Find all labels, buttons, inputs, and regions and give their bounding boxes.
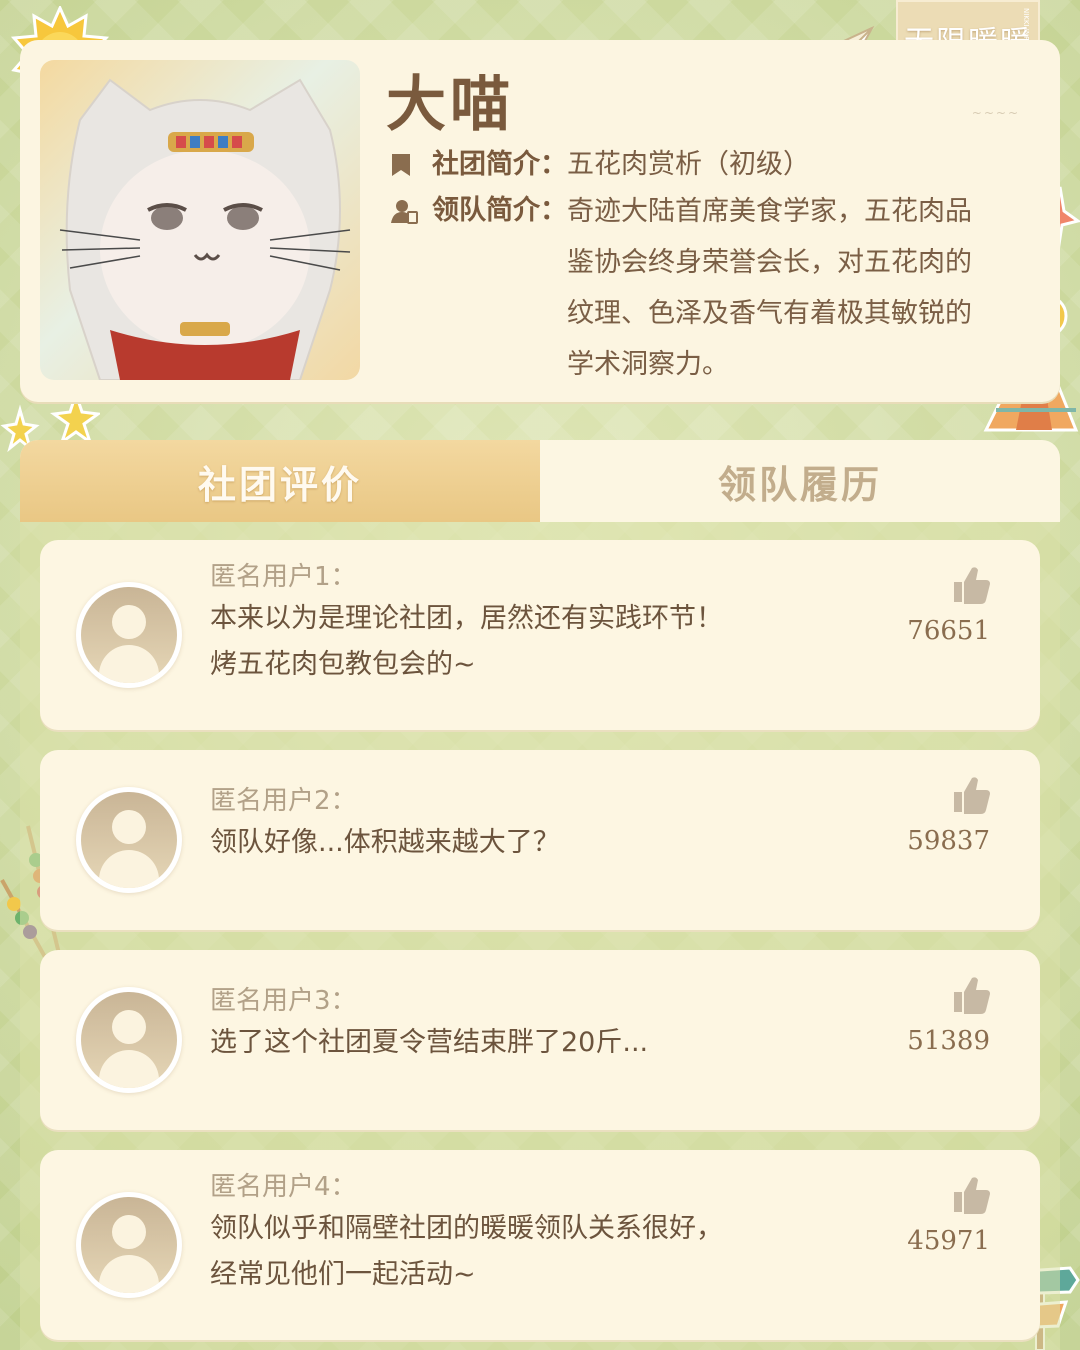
leader-intro-value: 奇迹大陆首席美食学家，五花肉品鉴协会终身荣誉会长，对五花肉的纹理、色泽及香气有着… [567, 196, 972, 380]
leader-portrait [40, 60, 360, 380]
leader-intro-label: 领队简介： [432, 195, 567, 226]
leader-intro-row: 领队简介： 奇迹大陆首席美食学家，五花肉品鉴协会终身荣誉会长，对五花肉的纹理、色… [390, 186, 1020, 390]
bookmark-icon [390, 140, 420, 190]
review-text-line: 经常见他们一起活动~ [210, 1259, 476, 1290]
default-user-icon [81, 792, 177, 888]
club-intro-row: 社团简介： 五花肉赏析（初级） [390, 140, 810, 190]
user-avatar [76, 1192, 182, 1298]
reviews-list: 匿名用户1： 本来以为是理论社团，居然还有实践环节！ 烤五花肉包教包会的~ 76… [20, 522, 1060, 1350]
review-text-line: 领队似乎和隔壁社团的暖暖领队关系很好， [210, 1213, 723, 1244]
review-text: 领队似乎和隔壁社团的暖暖领队关系很好， 经常见他们一起活动~ [210, 1206, 850, 1298]
user-avatar [76, 787, 182, 893]
review-card: 匿名用户3： 选了这个社团夏令营结束胖了20斤... 51389 [40, 950, 1040, 1130]
like-count: 59837 [907, 826, 990, 856]
default-user-icon [81, 1197, 177, 1293]
review-text-line: 领队好像...体积越来越大了？ [210, 827, 560, 858]
tab-bar: 社团评价 领队履历 [20, 440, 1060, 522]
thumbs-up-icon[interactable] [952, 774, 990, 814]
tab-club-reviews[interactable]: 社团评价 [20, 440, 540, 522]
review-username: 匿名用户3： [210, 986, 357, 1016]
default-user-icon [81, 587, 177, 683]
review-text-line: 烤五花肉包教包会的~ [210, 649, 476, 680]
review-text-line: 本来以为是理论社团，居然还有实践环节！ [210, 603, 723, 634]
watermark-doodle: ~~~~ [971, 106, 1020, 120]
club-intro-label: 社团简介： [432, 149, 567, 180]
review-text: 领队好像...体积越来越大了？ [210, 820, 850, 866]
thumbs-up-icon[interactable] [952, 974, 990, 1014]
like-count: 51389 [907, 1026, 990, 1056]
review-text: 本来以为是理论社团，居然还有实践环节！ 烤五花肉包教包会的~ [210, 596, 850, 688]
user-avatar [76, 987, 182, 1093]
cat-character-image [59, 78, 351, 380]
review-text-line: 选了这个社团夏令营结束胖了20斤... [210, 1027, 649, 1058]
like-count: 76651 [907, 616, 990, 646]
review-card: 匿名用户1： 本来以为是理论社团，居然还有实践环节！ 烤五花肉包教包会的~ 76… [40, 540, 1040, 730]
thumbs-up-icon[interactable] [952, 1174, 990, 1214]
review-card: 匿名用户4： 领队似乎和隔壁社团的暖暖领队关系很好， 经常见他们一起活动~ 45… [40, 1150, 1040, 1340]
review-text: 选了这个社团夏令营结束胖了20斤... [210, 1020, 850, 1066]
default-user-icon [81, 992, 177, 1088]
review-card: 匿名用户2： 领队好像...体积越来越大了？ 59837 [40, 750, 1040, 930]
review-username: 匿名用户4： [210, 1172, 357, 1202]
person-badge-icon [390, 186, 420, 236]
user-avatar [76, 582, 182, 688]
thumbs-up-icon[interactable] [952, 564, 990, 604]
leader-name: 大喵 [386, 70, 514, 140]
leader-profile-card: 大喵 ~~~~ 社团简介： 五花肉赏析（初级） 领队简介： 奇迹大陆首席美食学家… [20, 40, 1060, 402]
tab-leader-history[interactable]: 领队履历 [540, 440, 1060, 522]
club-intro-value: 五花肉赏析（初级） [567, 149, 810, 180]
like-count: 45971 [907, 1226, 990, 1256]
review-username: 匿名用户1： [210, 562, 357, 592]
review-username: 匿名用户2： [210, 786, 357, 816]
